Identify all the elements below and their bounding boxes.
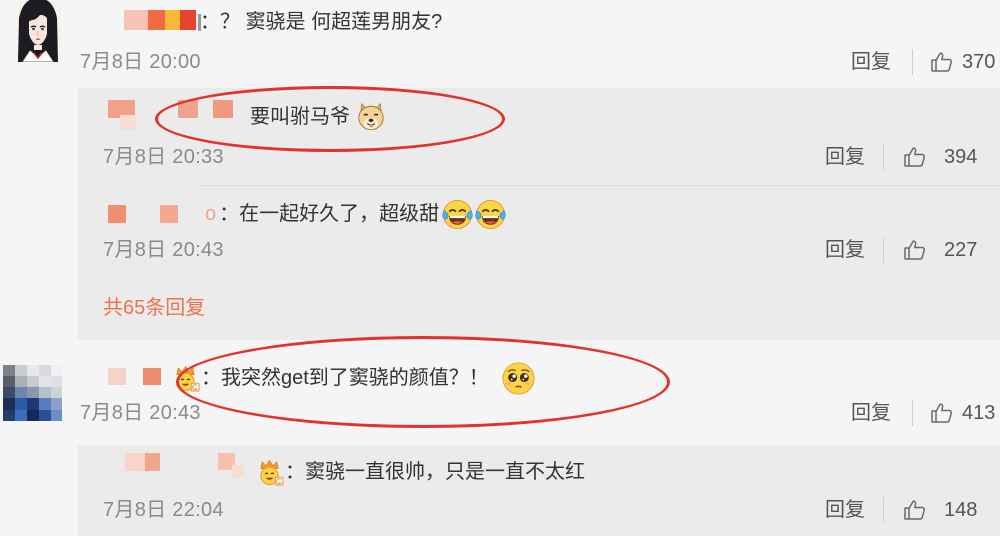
username-fragment[interactable]: o (205, 202, 216, 226)
crown-face-badge-icon (255, 459, 284, 486)
blur-pixel (232, 465, 244, 478)
like-button[interactable]: 394 (903, 145, 977, 169)
reply-timestamp: 7月8日 20:33 (103, 146, 224, 168)
blur-pixel (108, 205, 126, 223)
reply-button[interactable]: 回复 (851, 402, 891, 424)
comment-text: ：我突然get到了窦骁的颜值？！ (201, 367, 489, 389)
thumbs-up-icon[interactable] (930, 401, 954, 425)
comment-thread: ：？ 窦骁是 何超莲男朋友? 7月8日 20:00 回复 370 要叫驸马爷 7… (0, 0, 1000, 536)
like-count[interactable]: 394 (944, 146, 977, 168)
blurred-username[interactable] (108, 100, 238, 132)
pleading-face-emoji-icon (501, 361, 536, 396)
reply-separator (200, 185, 1000, 186)
doge-emoji-icon (356, 102, 386, 132)
thumbs-up-icon[interactable] (930, 50, 954, 74)
reply-list: 要叫驸马爷 7月8日 20:33 回复 394 o ：在一起好久了，超级甜 7月… (78, 86, 1000, 340)
comment: ：？ 窦骁是 何超莲男朋友? 7月8日 20:00 回复 370 (0, 0, 1000, 88)
blur-pixel (125, 453, 145, 471)
reply-list: ：窦骁一直很帅，只是一直不太红 7月8日 22:04 回复 148 (78, 445, 1000, 536)
reply-timestamp: 7月8日 22:04 (103, 499, 224, 521)
divider (883, 144, 884, 170)
blurred-username[interactable] (108, 205, 180, 225)
anime-girl-avatar-image (14, 0, 62, 62)
laugh-cry-emoji-icon (474, 198, 507, 231)
reply-text: ：窦骁一直很帅，只是一直不太红 (285, 461, 585, 483)
pixelated-avatar-image (3, 365, 62, 421)
like-count[interactable]: 148 (944, 499, 977, 521)
reply-button[interactable]: 回复 (825, 146, 865, 168)
like-button[interactable]: 413 (930, 401, 995, 425)
thumbs-up-icon[interactable] (903, 238, 927, 262)
blur-pixel (148, 10, 165, 30)
blur-pixel (180, 10, 196, 30)
like-button[interactable]: 227 (903, 238, 977, 262)
like-button[interactable]: 370 (930, 50, 995, 74)
thumbs-up-icon[interactable] (903, 145, 927, 169)
reply-body: ：窦骁一直很帅，只是一直不太红 (255, 457, 585, 487)
blur-pixel (145, 453, 160, 471)
comment-text: ：？ 窦骁是 何超莲男朋友? (200, 11, 443, 33)
laugh-cry-emoji-icon (441, 198, 474, 231)
like-count[interactable]: 227 (944, 239, 977, 261)
comment: ：我突然get到了窦骁的颜值？！ 7月8日 20:43 回复 413 (0, 336, 1000, 445)
divider (912, 49, 913, 75)
blur-pixel (178, 100, 198, 118)
blur-pixel (143, 368, 161, 385)
blurred-username[interactable] (124, 8, 204, 34)
comment-timestamp: 7月8日 20:43 (80, 402, 201, 424)
thumbs-up-icon[interactable] (903, 498, 927, 522)
reply-button[interactable]: 回复 (825, 499, 865, 521)
blur-pixel (213, 100, 233, 118)
comment-body: ：？ 窦骁是 何超莲男朋友? (200, 7, 442, 37)
view-more-replies-link[interactable]: 共65条回复 (103, 297, 205, 319)
comment-timestamp: 7月8日 20:00 (80, 51, 201, 73)
reply-timestamp: 7月8日 20:43 (103, 239, 224, 261)
divider (912, 400, 913, 426)
crown-face-badge-icon (171, 365, 200, 392)
like-count[interactable]: 413 (962, 402, 995, 424)
blurred-username[interactable] (108, 368, 163, 386)
comment-body: ：我突然get到了窦骁的颜值？！ (171, 361, 536, 396)
reply-text: 要叫驸马爷 (250, 106, 350, 128)
divider (883, 237, 884, 263)
like-count[interactable]: 370 (962, 51, 995, 73)
reply-body: o ：在一起好久了，超级甜 (205, 199, 507, 229)
avatar[interactable] (14, 0, 62, 62)
blur-pixel (165, 10, 180, 30)
blur-pixel (108, 368, 126, 385)
divider (883, 497, 884, 523)
reply-button[interactable]: 回复 (851, 51, 891, 73)
reply-body: 要叫驸马爷 (250, 102, 386, 132)
blurred-username[interactable] (125, 453, 250, 479)
blur-pixel (120, 115, 136, 130)
like-button[interactable]: 148 (903, 498, 977, 522)
blur-pixel (124, 10, 148, 30)
reply-button[interactable]: 回复 (825, 239, 865, 261)
avatar[interactable] (3, 365, 62, 421)
reply-text: ：在一起好久了，超级甜 (219, 203, 440, 225)
blur-pixel (160, 205, 178, 223)
